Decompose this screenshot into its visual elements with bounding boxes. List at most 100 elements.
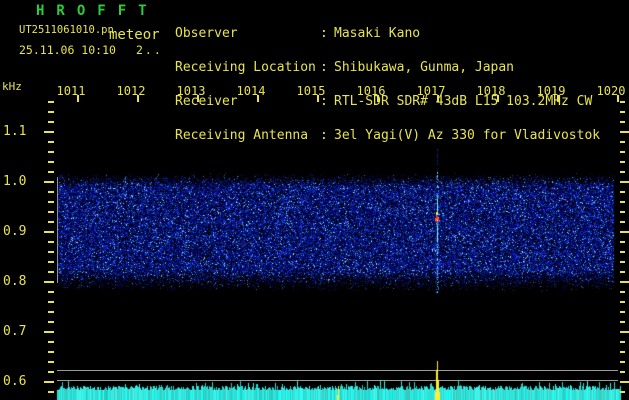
tick-mark (620, 301, 625, 303)
app-title: HROFFT (36, 3, 159, 19)
tick-mark (48, 301, 54, 303)
tick-mark (48, 261, 54, 263)
x-tick-label: 1011 (56, 84, 86, 98)
tick-mark (620, 271, 625, 273)
tick-mark (620, 341, 625, 343)
tick-mark (620, 101, 625, 103)
tick-mark (48, 311, 54, 313)
tick-mark (620, 191, 625, 193)
tick-mark (48, 241, 54, 243)
hrofft-screen: { "header": { "title": "HROFFT", "filena… (0, 0, 629, 400)
tick-mark (617, 95, 619, 102)
tick-mark (48, 371, 54, 373)
info-row-observer: Observer : Masaki Kano (175, 27, 420, 40)
tick-mark (48, 171, 54, 173)
tick-mark (48, 291, 54, 293)
tick-mark (197, 95, 199, 102)
y-tick-label: 0.8 (3, 274, 27, 289)
tick-mark (620, 361, 625, 363)
x-tick-label: 1016 (356, 84, 386, 98)
info-colon: : (320, 25, 328, 41)
x-tick-label: 1012 (116, 84, 146, 98)
y-axis-unit-label: kHz (2, 80, 22, 93)
tick-mark (620, 381, 629, 383)
tick-mark (497, 95, 499, 102)
tick-mark (48, 211, 54, 213)
info-label: Observer (175, 25, 238, 41)
x-tick-label: 1020 (596, 84, 626, 98)
tick-mark (620, 371, 625, 373)
tick-mark (48, 151, 54, 153)
tick-mark (620, 161, 625, 163)
tick-mark (48, 351, 54, 353)
x-tick-label: 1014 (236, 84, 266, 98)
tick-mark (620, 111, 625, 113)
tick-mark (620, 131, 629, 133)
tick-mark (620, 121, 625, 123)
info-row-location: Receiving Location : Shibukawa, Gunma, J… (175, 61, 514, 74)
y-tick-label: 0.6 (3, 374, 27, 389)
tick-mark (137, 95, 139, 102)
tick-mark (620, 201, 625, 203)
tick-mark (620, 351, 625, 353)
tick-mark (557, 95, 559, 102)
info-label: Receiving Location (175, 60, 316, 76)
output-filename: UT2511061010.pn (19, 24, 114, 36)
tick-mark (48, 111, 54, 113)
x-tick-label: 1019 (536, 84, 566, 98)
tick-mark (48, 101, 54, 103)
info-value: Masaki Kano (334, 25, 421, 41)
y-tick-label: 0.9 (3, 224, 27, 239)
tick-mark (437, 95, 439, 102)
tick-mark (48, 391, 54, 393)
info-row-antenna: Receiving Antenna : 3el Yagi(V) Az 330 f… (175, 129, 600, 142)
tick-mark (48, 321, 54, 323)
tick-mark (48, 141, 54, 143)
x-tick-label: 1015 (296, 84, 326, 98)
meteor-spike-strong (434, 360, 441, 400)
tick-mark (620, 211, 625, 213)
x-tick-label: 1013 (176, 84, 206, 98)
tick-mark (620, 181, 629, 183)
meteor-echo-trace (433, 185, 442, 270)
tick-mark (48, 251, 54, 253)
tick-mark (620, 391, 625, 393)
tick-mark (620, 261, 625, 263)
info-value: 3el Yagi(V) Az 330 for Vladivostok (334, 128, 601, 144)
echo-count: 2.. (136, 43, 163, 57)
y-tick-label: 1.1 (3, 124, 27, 139)
tick-mark (48, 161, 54, 163)
tick-mark (44, 181, 54, 183)
tick-mark (620, 141, 625, 143)
tick-mark (48, 201, 54, 203)
info-colon: : (320, 128, 328, 144)
tick-mark (77, 95, 79, 102)
tick-mark (620, 291, 625, 293)
observation-datetime: 25.11.06 10:10 (19, 43, 116, 57)
tick-mark (620, 311, 625, 313)
station-name: meteor (109, 27, 160, 43)
tick-mark (44, 281, 54, 283)
x-tick-label: 1017 (416, 84, 446, 98)
tick-mark (48, 271, 54, 273)
tick-mark (48, 221, 54, 223)
tick-mark (620, 241, 625, 243)
tick-mark (48, 191, 54, 193)
meteor-spike-weak (336, 385, 340, 400)
tick-mark (44, 231, 54, 233)
tick-mark (44, 381, 54, 383)
tick-mark (620, 281, 629, 283)
info-value: Shibukawa, Gunma, Japan (334, 60, 515, 76)
y-tick-label: 1.0 (3, 174, 27, 189)
tick-mark (317, 95, 319, 102)
tick-mark (44, 131, 54, 133)
info-colon: : (320, 60, 328, 76)
tick-mark (48, 361, 54, 363)
hrofft-spectrogram-panel: HROFFT UT2511061010.pn meteor 25.11.06 1… (0, 0, 629, 400)
tick-mark (620, 251, 625, 253)
tick-mark (48, 121, 54, 123)
tick-mark (620, 321, 625, 323)
y-tick-label: 0.7 (3, 324, 27, 339)
x-tick-label: 1018 (476, 84, 506, 98)
tick-mark (620, 231, 629, 233)
